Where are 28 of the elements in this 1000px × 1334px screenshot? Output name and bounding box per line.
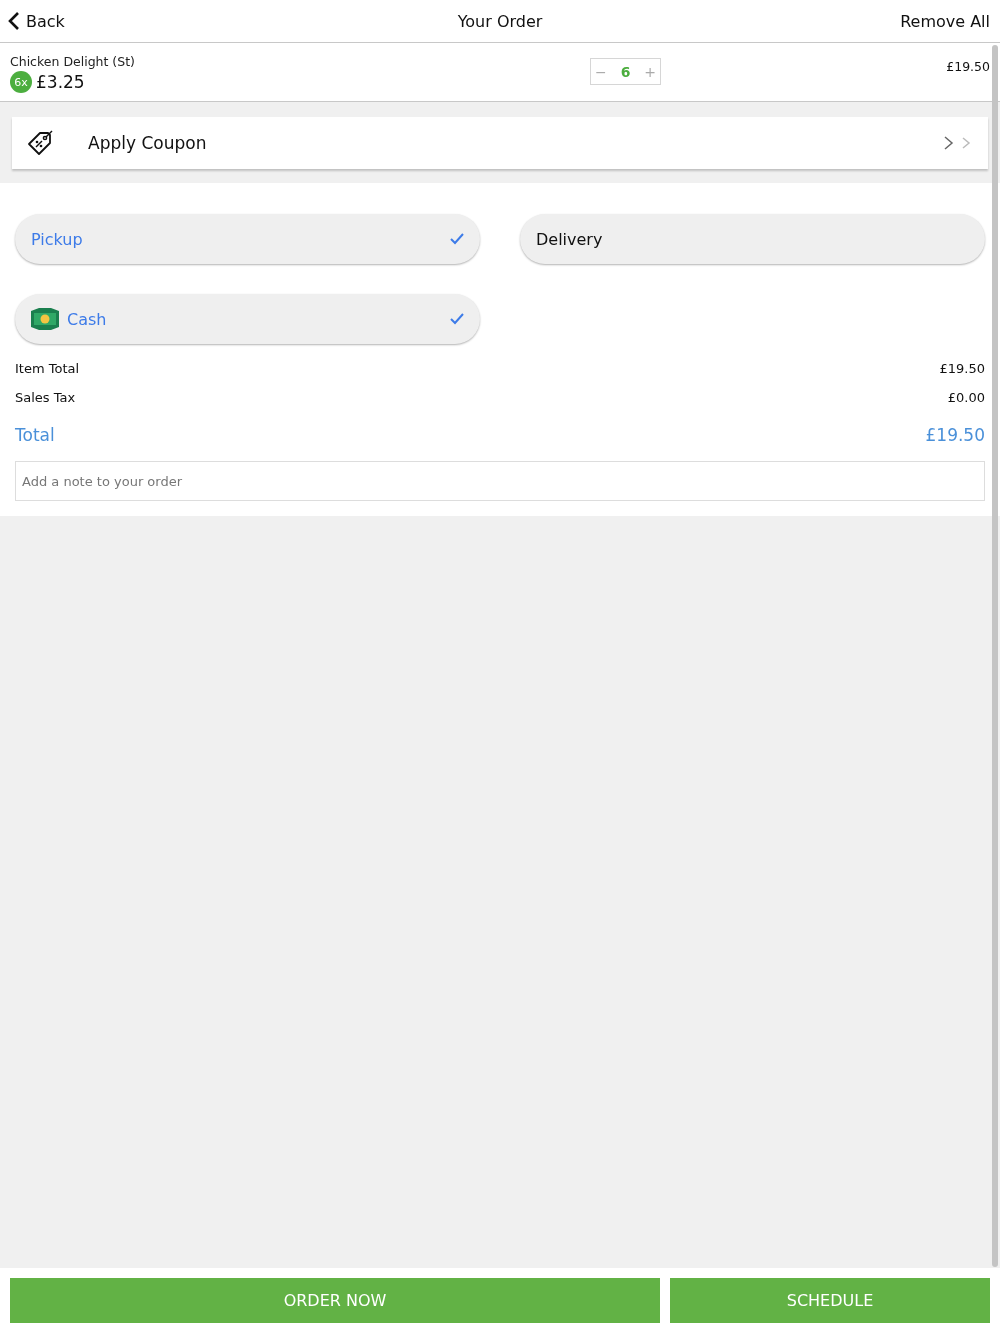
- back-icon: [8, 11, 20, 31]
- decrease-button[interactable]: −: [595, 63, 607, 80]
- line-total: £19.50: [946, 58, 990, 74]
- summary-value: £19.50: [925, 424, 985, 445]
- order-type-option[interactable]: Pickup: [15, 214, 480, 264]
- back-button[interactable]: Back: [8, 11, 65, 31]
- coupon-tag-icon: [26, 129, 54, 157]
- item-name: Chicken Delight (St): [10, 54, 135, 69]
- remove-all-button[interactable]: Remove All: [900, 11, 990, 31]
- summary-value: £19.50: [939, 361, 985, 376]
- summary-label: Total: [15, 424, 55, 445]
- quantity-badge: 6x: [10, 71, 32, 93]
- unit-price: £3.25: [36, 72, 85, 92]
- summary-label: Item Total: [15, 361, 80, 376]
- summary-label: Sales Tax: [15, 390, 76, 405]
- schedule-button[interactable]: SCHEDULE: [670, 1278, 990, 1323]
- quantity-value: 6: [620, 63, 631, 80]
- order-type-option[interactable]: Delivery: [520, 214, 985, 264]
- checkmark-icon: [450, 233, 464, 245]
- order-now-button[interactable]: ORDER NOW: [10, 1278, 660, 1323]
- checkmark-icon: [450, 313, 464, 325]
- cash-icon: [29, 305, 61, 333]
- apply-coupon-row[interactable]: Apply Coupon: [12, 117, 988, 169]
- increase-button[interactable]: +: [644, 63, 656, 80]
- page-title: Your Order: [457, 11, 543, 31]
- summary-value: £0.00: [947, 390, 985, 405]
- payment-option[interactable]: Cash: [15, 294, 480, 344]
- order-note-field[interactable]: Add a note to your order: [15, 461, 985, 501]
